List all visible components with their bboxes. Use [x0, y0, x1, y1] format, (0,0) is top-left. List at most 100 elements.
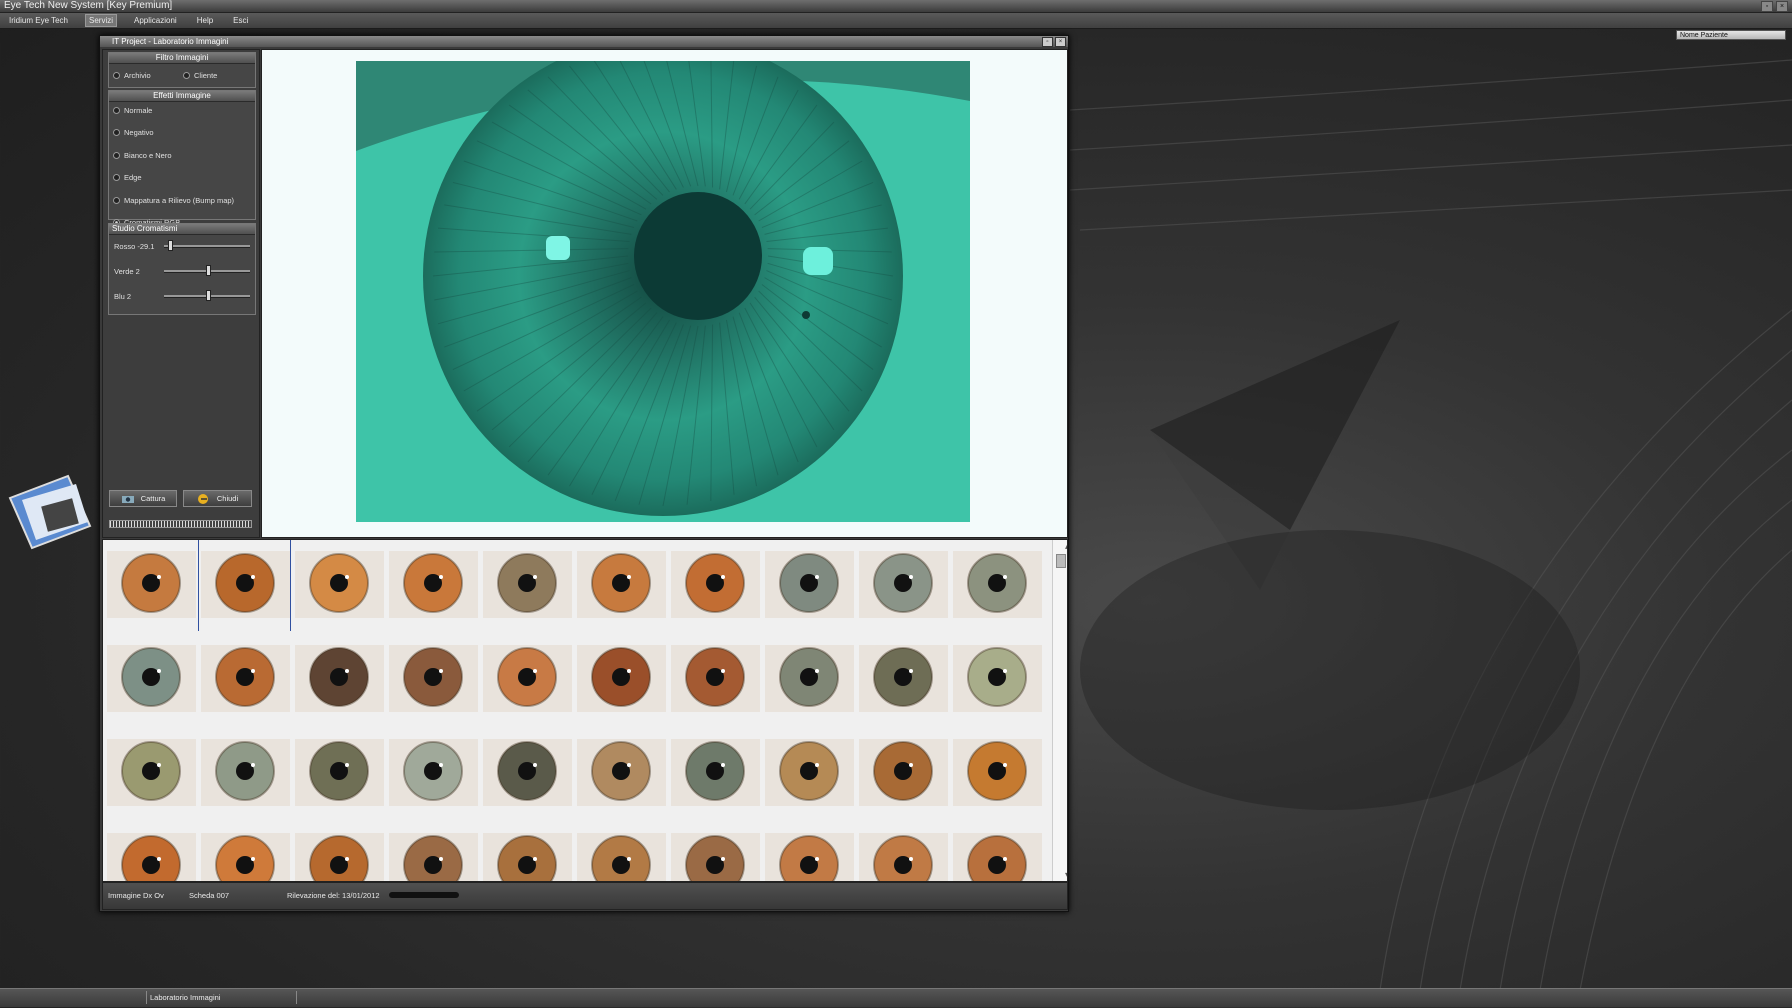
- eye-thumbnail[interactable]: [859, 551, 948, 618]
- radio-icon: [113, 107, 120, 114]
- eye-thumbnail[interactable]: [107, 645, 196, 712]
- eye-thumbnail[interactable]: [201, 739, 290, 806]
- capture-button[interactable]: Cattura: [109, 490, 177, 507]
- eye-thumbnail[interactable]: [953, 551, 1042, 618]
- window-restore-button[interactable]: ▫: [1042, 37, 1053, 47]
- eye-thumbnail[interactable]: [389, 645, 478, 712]
- eye-thumbnail[interactable]: [671, 551, 760, 618]
- eye-thumbnail[interactable]: [295, 833, 384, 881]
- eye-thumbnail-icon: [201, 833, 290, 881]
- eye-thumbnail[interactable]: [295, 645, 384, 712]
- eye-thumbnail-icon: [389, 833, 478, 881]
- effetti-opts-option-1[interactable]: Negativo: [113, 128, 154, 137]
- radio-label: Bianco e Nero: [124, 151, 172, 160]
- slider-label: Rosso -29.1: [114, 242, 155, 251]
- eye-thumbnail[interactable]: [765, 551, 854, 618]
- window-close-button[interactable]: ×: [1055, 37, 1066, 47]
- eye-thumbnail[interactable]: [953, 645, 1042, 712]
- eye-thumbnail[interactable]: [765, 645, 854, 712]
- eye-thumbnail[interactable]: [953, 833, 1042, 881]
- eye-thumbnail-icon: [295, 645, 384, 712]
- eye-thumbnail-icon: [201, 645, 290, 712]
- slider-thumb[interactable]: [206, 265, 212, 276]
- eye-thumbnail[interactable]: [389, 833, 478, 881]
- filtro-opts-option-0[interactable]: Archivio: [113, 71, 151, 80]
- eye-thumbnail[interactable]: [295, 739, 384, 806]
- effetti-opts-option-4[interactable]: Mappatura a Rilievo (Bump map): [113, 196, 234, 205]
- radio-label: Archivio: [124, 71, 151, 80]
- filtro-opts-option-1[interactable]: Cliente: [183, 71, 217, 80]
- eye-thumbnail[interactable]: [389, 551, 478, 618]
- filter-group: Filtro Immagini Archivio Cliente: [108, 52, 256, 88]
- taskbar-item-laboratorio[interactable]: Laboratorio Immagini: [146, 991, 297, 1004]
- eye-thumbnail[interactable]: [765, 833, 854, 881]
- eye-thumbnail[interactable]: [671, 739, 760, 806]
- eye-thumbnail-icon: [389, 551, 478, 618]
- window-title: IT Project - Laboratorio Immagini: [112, 37, 229, 46]
- eye-thumbnail[interactable]: [577, 833, 666, 881]
- scrollbar-thumb[interactable]: [1056, 554, 1066, 568]
- main-eye-image[interactable]: [356, 61, 970, 522]
- desktop-photos-icon[interactable]: [6, 468, 92, 554]
- app-minimize-button[interactable]: ▫: [1761, 1, 1773, 12]
- eye-thumbnail[interactable]: [671, 833, 760, 881]
- eye-thumbnail[interactable]: [953, 739, 1042, 806]
- effetti-opts-option-3[interactable]: Edge: [113, 173, 142, 182]
- eye-thumbnail[interactable]: [107, 551, 196, 618]
- slider-track[interactable]: [164, 290, 250, 301]
- eye-thumbnail[interactable]: [577, 739, 666, 806]
- gallery-scrollbar[interactable]: ▴ ▾: [1052, 540, 1067, 881]
- slider-thumb[interactable]: [168, 240, 174, 251]
- window-controls: ▫ ×: [1042, 37, 1066, 47]
- eye-thumbnail[interactable]: [201, 833, 290, 881]
- menu-item-1[interactable]: Servizi: [85, 14, 118, 27]
- eye-thumbnail[interactable]: [389, 739, 478, 806]
- eye-thumbnail[interactable]: [859, 833, 948, 881]
- eye-thumbnail-icon: [859, 833, 948, 881]
- laboratory-window: IT Project - Laboratorio Immagini ▫ × Fi…: [99, 35, 1069, 912]
- eye-thumbnail-icon: [389, 645, 478, 712]
- eye-thumbnail[interactable]: [483, 833, 572, 881]
- close-button[interactable]: Chiudi: [183, 490, 252, 507]
- eye-thumbnail-icon: [671, 645, 760, 712]
- scroll-down-icon[interactable]: ▾: [1060, 870, 1067, 879]
- eye-thumbnail[interactable]: [577, 551, 666, 618]
- eye-thumbnail-icon: [483, 645, 572, 712]
- eye-thumbnail[interactable]: [483, 739, 572, 806]
- eye-thumbnail[interactable]: [483, 551, 572, 618]
- taskbar: Laboratorio Immagini: [0, 988, 1792, 1007]
- eye-thumbnail-icon: [765, 551, 854, 618]
- eye-thumbnail[interactable]: [765, 739, 854, 806]
- scroll-up-icon[interactable]: ▴: [1060, 542, 1067, 551]
- app-window-controls: ▫ ×: [1761, 1, 1788, 12]
- effetti-opts-option-2[interactable]: Bianco e Nero: [113, 151, 172, 160]
- app-close-button[interactable]: ×: [1776, 1, 1788, 12]
- eye-thumbnail-icon: [107, 833, 196, 881]
- eye-thumbnail-icon: [295, 833, 384, 881]
- eye-thumbnail[interactable]: [295, 551, 384, 618]
- eye-thumbnail[interactable]: [671, 645, 760, 712]
- slider-track[interactable]: [164, 265, 250, 276]
- slider-track[interactable]: [164, 240, 250, 251]
- eye-thumbnail[interactable]: [577, 645, 666, 712]
- slider-thumb[interactable]: [206, 290, 212, 301]
- eye-thumbnail-icon: [859, 645, 948, 712]
- eye-thumbnail-icon: [577, 645, 666, 712]
- eye-thumbnail-icon: [295, 551, 384, 618]
- menu-bar: Iridium Eye Tech Servizi Applicazioni Help E…: [0, 13, 1792, 29]
- eye-thumbnail-icon: [953, 739, 1042, 806]
- patient-name-field[interactable]: Nome Paziente: [1676, 30, 1786, 40]
- eye-thumbnail[interactable]: [107, 833, 196, 881]
- image-viewer: [261, 49, 1068, 538]
- effetti-opts-option-0[interactable]: Normale: [113, 106, 152, 115]
- menu-item-2[interactable]: Applicazioni: [131, 15, 180, 26]
- menu-item-3[interactable]: Help: [194, 15, 216, 26]
- eye-thumbnail[interactable]: [483, 645, 572, 712]
- eye-thumbnail[interactable]: [859, 739, 948, 806]
- eye-thumbnail[interactable]: [107, 739, 196, 806]
- eye-thumbnail[interactable]: [201, 645, 290, 712]
- eye-thumbnail[interactable]: [201, 551, 290, 618]
- eye-thumbnail[interactable]: [859, 645, 948, 712]
- menu-item-0[interactable]: Iridium Eye Tech: [6, 15, 71, 26]
- menu-item-4[interactable]: Esci: [230, 15, 251, 26]
